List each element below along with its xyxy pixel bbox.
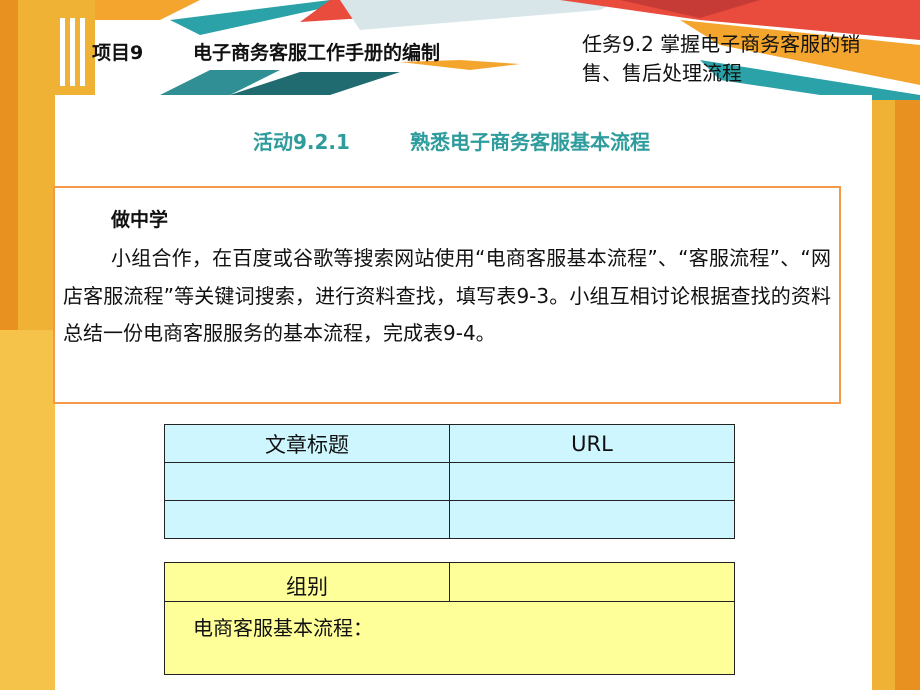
- header-article-title: 文章标题: [164, 424, 450, 463]
- project-label: 项目9: [92, 42, 144, 64]
- header-decor-bars: [60, 18, 86, 86]
- activity-name: 熟悉电子商务客服基本流程: [410, 130, 650, 154]
- activity-number: 活动9.2.1: [253, 130, 350, 154]
- flow-label: 电商客服基本流程：: [193, 616, 373, 640]
- task-title: 任务9.2 掌握电子商务客服的销售、售后处理流程: [582, 32, 861, 85]
- instruction-text: 小组合作，在百度或谷歌等搜索网站使用“电商客服基本流程”、“客服流程”、“网店客…: [63, 246, 831, 345]
- group-label: 组别: [164, 562, 450, 602]
- article-url-table: 文章标题 URL: [164, 424, 735, 539]
- project-title: 电子商务客服工作手册的编制: [193, 42, 441, 64]
- table-cell-title[interactable]: [164, 462, 450, 501]
- group-flow-table: 组别 电商客服基本流程：: [164, 562, 735, 675]
- flow-row: 电商客服基本流程：: [164, 601, 735, 675]
- instruction-box: 做中学 小组合作，在百度或谷歌等搜索网站使用“电商客服基本流程”、“客服流程”、…: [53, 186, 841, 404]
- header-url: URL: [449, 424, 735, 463]
- table-cell-url[interactable]: [449, 462, 735, 501]
- table-row: [164, 462, 735, 501]
- instruction-heading: 做中学: [111, 209, 169, 231]
- table-cell-url[interactable]: [449, 500, 735, 539]
- table-cell-title[interactable]: [164, 500, 450, 539]
- group-value[interactable]: [449, 562, 735, 602]
- table-header-row: 文章标题 URL: [164, 424, 735, 463]
- table-row: [164, 500, 735, 539]
- flow-cell[interactable]: 电商客服基本流程：: [164, 601, 735, 675]
- group-row: 组别: [164, 562, 735, 602]
